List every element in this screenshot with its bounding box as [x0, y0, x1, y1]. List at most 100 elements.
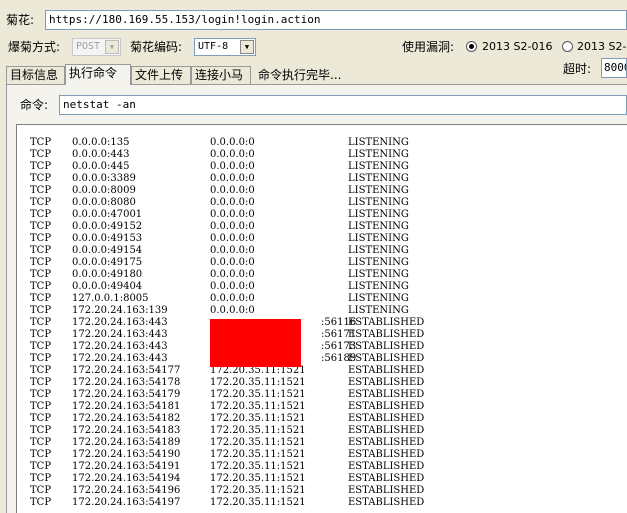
- state-cell: ESTABLISHED: [348, 341, 425, 352]
- local-address-cell: 0.0.0.0:49153: [72, 233, 143, 244]
- protocol-cell: TCP: [30, 221, 52, 232]
- local-address-cell: 172.20.24.163:54179: [72, 389, 181, 400]
- protocol-cell: TCP: [30, 413, 52, 424]
- local-address-cell: 0.0.0.0:49152: [72, 221, 143, 232]
- protocol-cell: TCP: [30, 269, 52, 280]
- local-address-cell: 0.0.0.0:443: [72, 149, 130, 160]
- local-address-cell: 172.20.24.163:139: [72, 305, 168, 316]
- local-address-cell: 172.20.24.163:54197: [72, 497, 181, 508]
- state-cell: ESTABLISHED: [348, 401, 425, 412]
- foreign-address-cell: 172.20.35.11:1521: [210, 449, 306, 460]
- encoding-select[interactable]: UTF-8 ▼: [194, 38, 256, 56]
- protocol-cell: TCP: [30, 329, 52, 340]
- state-cell: LISTENING: [348, 269, 409, 280]
- exploit-option-label: 2013 S2-016: [482, 40, 553, 53]
- state-cell: ESTABLISHED: [348, 353, 425, 364]
- local-address-cell: 172.20.24.163:54177: [72, 365, 181, 376]
- protocol-cell: TCP: [30, 233, 52, 244]
- protocol-cell: TCP: [30, 197, 52, 208]
- tab-execute-command[interactable]: 执行命令: [65, 64, 131, 85]
- url-input[interactable]: https://180.169.55.153/login!login.actio…: [45, 10, 627, 30]
- local-address-cell: 172.20.24.163:54191: [72, 461, 181, 472]
- local-address-cell: 172.20.24.163:443: [72, 353, 168, 364]
- state-cell: ESTABLISHED: [348, 317, 425, 328]
- foreign-address-cell: 0.0.0.0:0: [210, 257, 255, 268]
- local-address-cell: 0.0.0.0:49154: [72, 245, 143, 256]
- protocol-cell: TCP: [30, 437, 52, 448]
- local-address-cell: 172.20.24.163:443: [72, 341, 168, 352]
- state-cell: LISTENING: [348, 233, 409, 244]
- state-cell: ESTABLISHED: [348, 377, 425, 388]
- protocol-cell: TCP: [30, 317, 52, 328]
- state-cell: LISTENING: [348, 209, 409, 220]
- redaction-block: [210, 319, 301, 367]
- state-cell: ESTABLISHED: [348, 461, 425, 472]
- protocol-cell: TCP: [30, 281, 52, 292]
- status-text: 命令执行完毕...: [258, 68, 342, 82]
- exploit-label: 使用漏洞:: [402, 40, 455, 54]
- tab-connect-shell[interactable]: 连接小马: [191, 66, 251, 84]
- local-address-cell: 172.20.24.163:443: [72, 317, 168, 328]
- foreign-address-cell: 172.20.35.11:1521: [210, 437, 306, 448]
- timeout-input[interactable]: 8000: [601, 58, 627, 78]
- state-cell: ESTABLISHED: [348, 437, 425, 448]
- foreign-address-cell: 0.0.0.0:0: [210, 137, 255, 148]
- foreign-address-cell: 172.20.35.11:1521: [210, 425, 306, 436]
- protocol-cell: TCP: [30, 365, 52, 376]
- foreign-address-cell: 172.20.35.11:1521: [210, 461, 306, 472]
- foreign-address-cell: 0.0.0.0:0: [210, 197, 255, 208]
- exploit-radio-s2-016[interactable]: [466, 41, 477, 52]
- protocol-cell: TCP: [30, 185, 52, 196]
- foreign-address-cell: 0.0.0.0:0: [210, 305, 255, 316]
- protocol-cell: TCP: [30, 245, 52, 256]
- command-input[interactable]: netstat -an: [59, 95, 627, 115]
- local-address-cell: 172.20.24.163:54196: [72, 485, 181, 496]
- state-cell: ESTABLISHED: [348, 413, 425, 424]
- state-cell: LISTENING: [348, 185, 409, 196]
- tab-target-info[interactable]: 目标信息: [6, 66, 65, 84]
- state-cell: ESTABLISHED: [348, 329, 425, 340]
- state-cell: ESTABLISHED: [348, 389, 425, 400]
- state-cell: ESTABLISHED: [348, 485, 425, 496]
- command-output[interactable]: TCP 0.0.0.0:135 0.0.0.0:0 LISTENING TCP 0.0.0…: [16, 124, 627, 513]
- foreign-address-cell: 0.0.0.0:0: [210, 245, 255, 256]
- state-cell: LISTENING: [348, 173, 409, 184]
- local-address-cell: 172.20.24.163:54183: [72, 425, 181, 436]
- protocol-cell: TCP: [30, 401, 52, 412]
- encoding-value: UTF-8: [198, 41, 229, 52]
- foreign-address-cell: 0.0.0.0:0: [210, 221, 255, 232]
- method-select[interactable]: POST ▼: [72, 38, 121, 56]
- protocol-cell: TCP: [30, 305, 52, 316]
- local-address-cell: 0.0.0.0:49175: [72, 257, 143, 268]
- local-address-cell: 172.20.24.163:54178: [72, 377, 181, 388]
- state-cell: LISTENING: [348, 281, 409, 292]
- local-address-cell: 172.20.24.163:54181: [72, 401, 181, 412]
- local-address-cell: 0.0.0.0:49404: [72, 281, 143, 292]
- foreign-address-cell: 0.0.0.0:0: [210, 185, 255, 196]
- state-cell: ESTABLISHED: [348, 473, 425, 484]
- local-address-cell: 0.0.0.0:8080: [72, 197, 136, 208]
- protocol-cell: TCP: [30, 473, 52, 484]
- tab-file-upload[interactable]: 文件上传: [131, 66, 191, 84]
- exploit-option-label: 2013 S2-0: [577, 40, 627, 53]
- local-address-cell: 0.0.0.0:47001: [72, 209, 143, 220]
- protocol-cell: TCP: [30, 425, 52, 436]
- state-cell: ESTABLISHED: [348, 497, 425, 508]
- foreign-address-cell: 0.0.0.0:0: [210, 293, 255, 304]
- command-label: 命令:: [20, 98, 49, 112]
- exploit-radio-s2-0xx[interactable]: [562, 41, 573, 52]
- method-label: 爆菊方式:: [8, 40, 61, 54]
- local-address-cell: 172.20.24.163:54194: [72, 473, 181, 484]
- protocol-cell: TCP: [30, 353, 52, 364]
- state-cell: ESTABLISHED: [348, 449, 425, 460]
- method-value: POST: [76, 41, 101, 52]
- protocol-cell: TCP: [30, 485, 52, 496]
- timeout-label: 超时:: [563, 62, 592, 76]
- local-address-cell: 127.0.0.1:8005: [72, 293, 149, 304]
- state-cell: LISTENING: [348, 221, 409, 232]
- foreign-address-cell: 172.20.35.11:1521: [210, 389, 306, 400]
- foreign-address-cell: 0.0.0.0:0: [210, 173, 255, 184]
- foreign-address-cell: 172.20.35.11:1521: [210, 377, 306, 388]
- protocol-cell: TCP: [30, 341, 52, 352]
- protocol-cell: TCP: [30, 449, 52, 460]
